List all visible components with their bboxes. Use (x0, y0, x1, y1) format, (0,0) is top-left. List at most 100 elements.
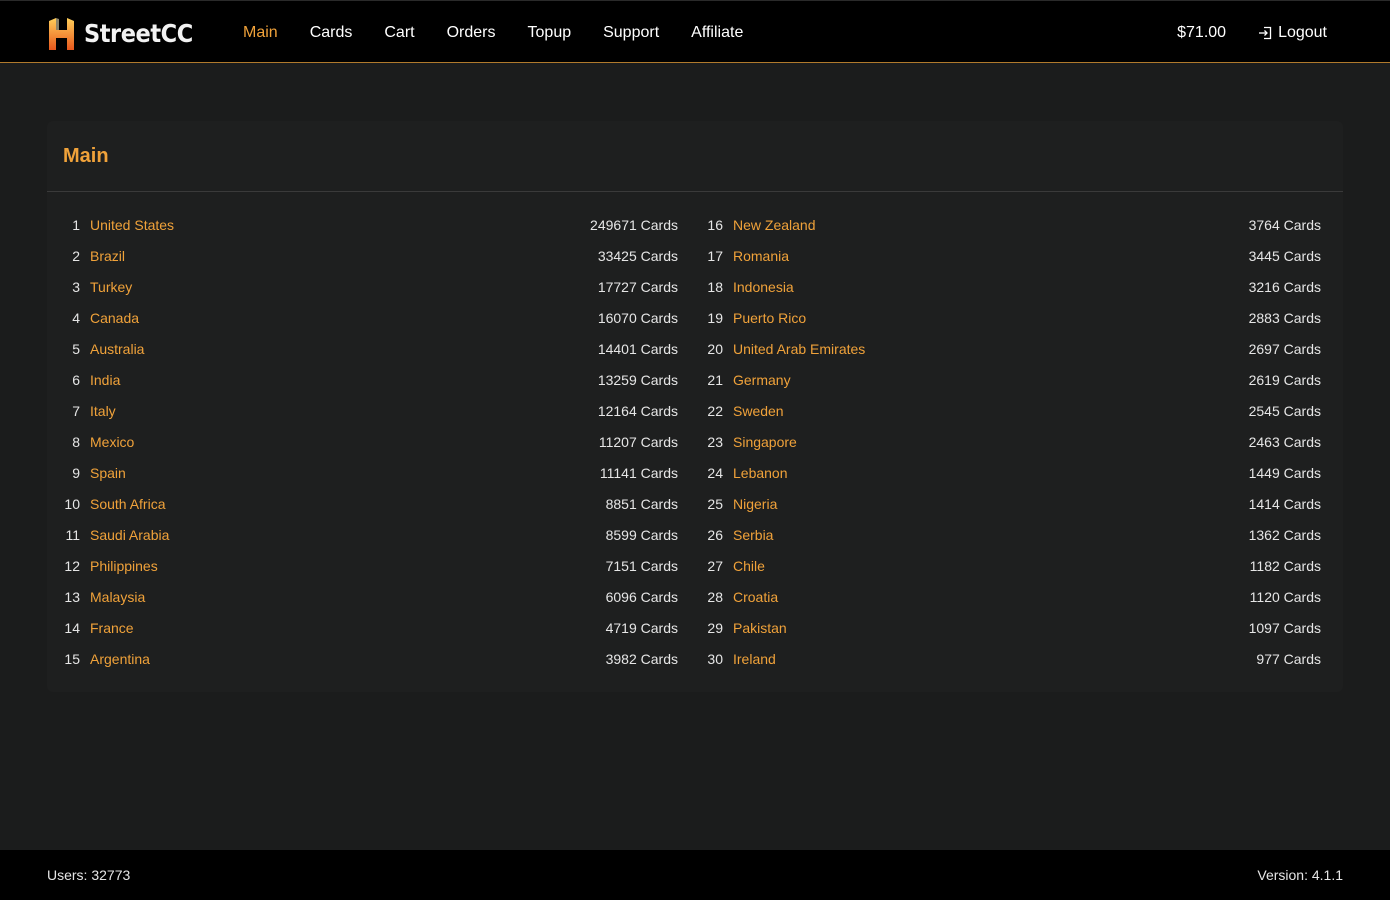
country-link[interactable]: Philippines (90, 558, 606, 574)
country-rank: 11 (65, 526, 80, 543)
country-card-count: 977 Cards (1256, 650, 1321, 667)
country-card-count: 1097 Cards (1248, 619, 1321, 636)
country-rank: 14 (64, 619, 80, 636)
logout-icon (1259, 26, 1272, 39)
country-card-count: 2883 Cards (1248, 309, 1321, 326)
country-link[interactable]: Germany (733, 372, 1249, 388)
country-link[interactable]: Pakistan (733, 620, 1249, 636)
country-rank: 22 (707, 402, 723, 419)
nav-item-cards[interactable]: Cards (310, 24, 353, 42)
country-link[interactable]: Serbia (733, 527, 1249, 543)
country-link[interactable]: United Arab Emirates (733, 341, 1249, 357)
country-card-count: 11141 Cards (599, 464, 678, 481)
country-link[interactable]: Malaysia (90, 589, 606, 605)
country-row: 25 Nigeria 1414 Cards (706, 488, 1321, 519)
country-link[interactable]: Romania (733, 248, 1249, 264)
country-link[interactable]: Brazil (90, 248, 598, 264)
country-link[interactable]: Australia (90, 341, 598, 357)
country-link[interactable]: Chile (733, 558, 1250, 574)
card-header: Main (47, 121, 1343, 192)
country-rank: 8 (72, 433, 80, 450)
country-card-count: 1182 Cards (1249, 557, 1321, 574)
country-rank: 17 (707, 247, 723, 264)
country-row: 24 Lebanon 1449 Cards (706, 457, 1321, 488)
country-link[interactable]: Lebanon (733, 465, 1249, 481)
nav-item-orders[interactable]: Orders (447, 24, 496, 42)
country-card-count: 2697 Cards (1248, 340, 1321, 357)
country-card-count: 4719 Cards (605, 619, 678, 636)
country-link[interactable]: Indonesia (733, 279, 1249, 295)
country-link[interactable]: New Zealand (733, 217, 1249, 233)
country-rank: 27 (707, 557, 723, 574)
country-row: 27 Chile 1182 Cards (706, 550, 1321, 581)
country-card-count: 7151 Cards (605, 557, 678, 574)
country-card-count: 33425 Cards (597, 247, 678, 264)
country-row: 7 Italy 12164 Cards (63, 395, 678, 426)
country-card-count: 14401 Cards (597, 340, 678, 357)
country-link[interactable]: Saudi Arabia (90, 527, 606, 543)
country-link[interactable]: Argentina (90, 651, 606, 667)
country-link[interactable]: Italy (90, 403, 598, 419)
main-card: Main 1 United States 249671 Cards 2 Brazil 33… (47, 121, 1343, 692)
users-count: Users: 32773 (47, 867, 131, 883)
brand-logo-icon (49, 17, 74, 50)
country-rank: 20 (707, 340, 723, 357)
country-rank: 6 (72, 371, 80, 388)
country-card-count: 8851 Cards (605, 495, 678, 512)
country-card-count: 3216 Cards (1248, 278, 1321, 295)
country-row: 21 Germany 2619 Cards (706, 364, 1321, 395)
country-card-count: 17727 Cards (597, 278, 678, 295)
footer: Users: 32773 Version: 4.1.1 (0, 850, 1390, 900)
country-card-count: 1414 Cards (1248, 495, 1321, 512)
country-column-left: 1 United States 249671 Cards 2 Brazil 33425 C… (63, 209, 678, 674)
country-link[interactable]: Turkey (90, 279, 598, 295)
country-row: 8 Mexico 11207 Cards (63, 426, 678, 457)
country-row: 17 Romania 3445 Cards (706, 240, 1321, 271)
country-row: 6 India 13259 Cards (63, 364, 678, 395)
country-rank: 9 (72, 464, 80, 481)
nav-item-support[interactable]: Support (603, 24, 659, 42)
logout-button[interactable]: Logout (1258, 24, 1327, 42)
country-link[interactable]: Ireland (733, 651, 1256, 667)
country-card-count: 3982 Cards (605, 650, 678, 667)
country-row: 1 United States 249671 Cards (63, 209, 678, 240)
nav-item-affiliate[interactable]: Affiliate (691, 24, 743, 42)
country-link[interactable]: India (90, 372, 598, 388)
country-link[interactable]: Croatia (733, 589, 1250, 605)
country-card-count: 1120 Cards (1249, 588, 1321, 605)
brand[interactable]: StreetCC (47, 17, 205, 50)
logout-label: Logout (1278, 23, 1327, 41)
country-link[interactable]: France (90, 620, 606, 636)
country-rank: 3 (72, 278, 80, 295)
nav-item-cart[interactable]: Cart (384, 24, 414, 42)
country-link[interactable]: South Africa (90, 496, 606, 512)
country-row: 12 Philippines 7151 Cards (63, 550, 678, 581)
country-rank: 21 (707, 371, 723, 388)
country-card-count: 2619 Cards (1248, 371, 1321, 388)
country-card-count: 2463 Cards (1248, 433, 1321, 450)
country-row: 26 Serbia 1362 Cards (706, 519, 1321, 550)
balance[interactable]: $71.00 (1177, 24, 1226, 42)
country-card-count: 2545 Cards (1248, 402, 1321, 419)
country-rank: 26 (707, 526, 723, 543)
country-row: 4 Canada 16070 Cards (63, 302, 678, 333)
country-card-count: 8599 Cards (605, 526, 678, 543)
country-card-count: 11207 Cards (598, 433, 678, 450)
country-row: 15 Argentina 3982 Cards (63, 643, 678, 674)
nav-item-topup[interactable]: Topup (528, 24, 572, 42)
country-link[interactable]: Singapore (733, 434, 1249, 450)
country-link[interactable]: Sweden (733, 403, 1249, 419)
country-link[interactable]: Puerto Rico (733, 310, 1249, 326)
country-link[interactable]: Canada (90, 310, 598, 326)
country-row: 19 Puerto Rico 2883 Cards (706, 302, 1321, 333)
country-link[interactable]: United States (90, 217, 590, 233)
country-link[interactable]: Spain (90, 465, 600, 481)
nav-item-main[interactable]: Main (243, 24, 278, 42)
country-link[interactable]: Mexico (90, 434, 599, 450)
country-row: 3 Turkey 17727 Cards (63, 271, 678, 302)
country-row: 13 Malaysia 6096 Cards (63, 581, 678, 612)
country-rank: 2 (72, 247, 80, 264)
nav-right: $71.00 Logout (1177, 1, 1327, 64)
country-link[interactable]: Nigeria (733, 496, 1249, 512)
country-row: 20 United Arab Emirates 2697 Cards (706, 333, 1321, 364)
